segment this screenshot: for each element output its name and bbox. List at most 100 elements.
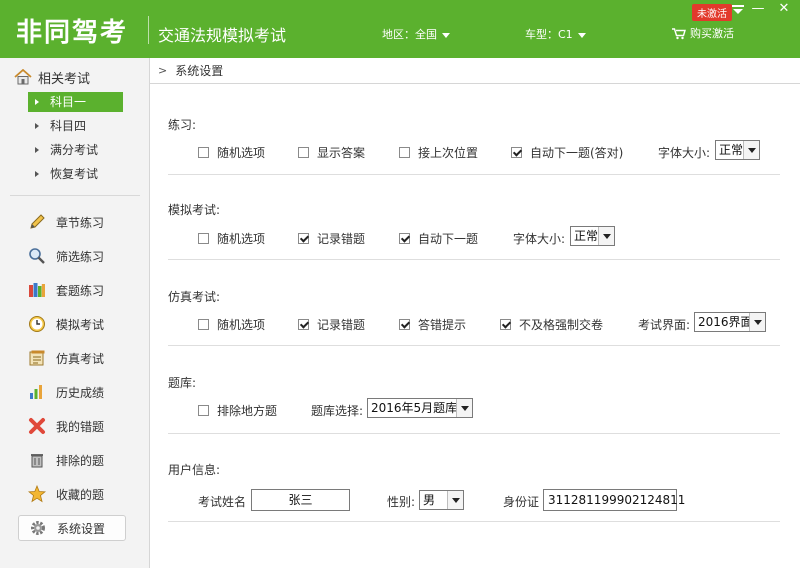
checkbox-box [198, 319, 209, 330]
section-title-mock-exam: 模拟考试: [168, 203, 221, 217]
sidebar-item-subject-four[interactable]: 科目四 [28, 116, 123, 136]
mock-auto-next-checkbox[interactable]: 自动下一题 [399, 230, 478, 247]
sim-exam-ui-select[interactable]: 2016界面 [694, 312, 766, 332]
buy-label: 购买激活 [690, 27, 734, 40]
sidebar-item-sim-exam[interactable]: 仿真考试 [18, 345, 126, 371]
chevron-down-icon [749, 313, 765, 331]
magnifier-icon [26, 245, 48, 267]
arrow-right-icon [35, 123, 39, 129]
sidebar-item-excluded[interactable]: 排除的题 [18, 447, 126, 473]
chevron-down-icon [456, 399, 472, 417]
bar-chart-icon [26, 381, 48, 403]
sidebar-item-label: 收藏的题 [56, 487, 105, 502]
select-value: 正常 [719, 143, 744, 157]
header-divider [148, 16, 149, 44]
section-divider [168, 433, 780, 434]
chevron-down-icon [447, 491, 463, 509]
sidebar-item-history-scores[interactable]: 历史成绩 [18, 379, 126, 405]
sim-wrong-hint-checkbox[interactable]: 答错提示 [399, 316, 466, 333]
sidebar-item-label: 套题练习 [56, 283, 105, 298]
clock-icon [26, 313, 48, 335]
checkbox-box [298, 147, 309, 158]
practice-auto-next-checkbox[interactable]: 自动下一题(答对) [511, 144, 623, 161]
status-badge: 未激活 [692, 4, 732, 21]
buy-activate-button[interactable]: 购买激活 [672, 25, 734, 41]
red-x-icon [26, 415, 48, 437]
breadcrumb-label: 系统设置 [175, 64, 224, 78]
sidebar-item-label: 仿真考试 [56, 351, 105, 366]
books-icon [26, 279, 48, 301]
mock-font-size-select[interactable]: 正常 [570, 226, 615, 246]
checkbox-box [500, 319, 511, 330]
section-divider [168, 259, 780, 260]
checkbox-box [298, 233, 309, 244]
section-divider [168, 174, 780, 175]
arrow-right-icon [35, 171, 39, 177]
sidebar-item-filter-practice[interactable]: 筛选练习 [18, 243, 126, 269]
home-icon [14, 69, 32, 85]
mock-random-checkbox[interactable]: 随机选项 [198, 230, 265, 247]
sidebar-item-my-mistakes[interactable]: 我的错题 [18, 413, 126, 439]
pencil-icon [26, 211, 48, 233]
section-title-question-bank: 题库: [168, 376, 197, 390]
sim-force-submit-checkbox[interactable]: 不及格强制交卷 [500, 316, 603, 333]
sidebar-item-mock-exam[interactable]: 模拟考试 [18, 311, 126, 337]
bank-select-label: 题库选择: [311, 404, 364, 418]
section-title-user-info: 用户信息: [168, 463, 221, 477]
practice-font-size-select[interactable]: 正常 [715, 140, 760, 160]
sidebar-item-set-practice[interactable]: 套题练习 [18, 277, 126, 303]
checkbox-box [198, 147, 209, 158]
checkbox-box [399, 233, 410, 244]
checkbox-label: 排除地方题 [217, 404, 278, 418]
sidebar-item-resume-exam[interactable]: 恢复考试 [28, 164, 123, 184]
breadcrumb: > 系统设置 [150, 58, 800, 84]
gender-label: 性别: [387, 495, 416, 509]
app-logo: 非同驾考 [16, 18, 129, 48]
sidebar-item-chapter-practice[interactable]: 章节练习 [18, 209, 126, 235]
region-dropdown[interactable]: 地区：全国 [382, 26, 450, 42]
sim-record-wrong-checkbox[interactable]: 记录错题 [298, 316, 365, 333]
practice-random-checkbox[interactable]: 随机选项 [198, 144, 265, 161]
sim-ui-label: 考试界面: [638, 318, 691, 332]
name-field[interactable]: 张三 [251, 489, 350, 511]
arrow-right-icon [35, 147, 39, 153]
sidebar-item-label: 章节练习 [56, 215, 105, 230]
section-divider [168, 345, 780, 346]
cartype-dropdown[interactable]: 车型：C1 [525, 26, 586, 42]
sidebar-item-settings[interactable]: 系统设置 [18, 515, 126, 541]
sidebar-item-label: 我的错题 [56, 419, 105, 434]
bank-exclude-local-checkbox[interactable]: 排除地方题 [198, 402, 277, 419]
checkbox-box [511, 147, 522, 158]
region-label: 地区：全国 [382, 28, 437, 41]
checkbox-label: 记录错题 [317, 318, 366, 332]
bank-version-select[interactable]: 2016年5月题库 [367, 398, 473, 418]
related-exams-header[interactable]: 相关考试 [14, 68, 90, 87]
practice-show-answer-checkbox[interactable]: 显示答案 [298, 144, 365, 161]
practice-resume-checkbox[interactable]: 接上次位置 [399, 144, 478, 161]
sidebar-item-label: 筛选练习 [56, 249, 105, 264]
menu-icon[interactable] [732, 4, 744, 19]
chevron-right-icon: > [158, 64, 168, 77]
checkbox-label: 随机选项 [217, 146, 266, 160]
app-subtitle: 交通法规模拟考试 [158, 26, 287, 45]
chevron-down-icon [577, 32, 586, 38]
sidebar-item-subject-one[interactable]: 科目一 [28, 92, 123, 112]
id-card-field[interactable]: 311281199902124811 [543, 489, 685, 511]
sidebar-item-label: 模拟考试 [56, 317, 105, 332]
mock-record-wrong-checkbox[interactable]: 记录错题 [298, 230, 365, 247]
sidebar-item-label: 排除的题 [56, 453, 105, 468]
cart-icon [672, 28, 686, 40]
sidebar-item-favorites[interactable]: 收藏的题 [18, 481, 126, 507]
section-title-sim-exam: 仿真考试: [168, 290, 221, 304]
minimize-button[interactable]: — [748, 2, 768, 16]
gender-select[interactable]: 男 [419, 490, 464, 510]
checkbox-label: 答错提示 [418, 318, 467, 332]
sidebar: 相关考试 科目一 科目四 满分考试 恢复考试 章节练习 筛选练习 套题练习 模拟… [0, 58, 150, 568]
name-label: 考试姓名 [198, 495, 247, 509]
cartype-label: 车型：C1 [525, 28, 573, 41]
title-bar: 非同驾考 交通法规模拟考试 地区：全国 车型：C1 购买激活 未激活 — ✕ [0, 0, 800, 58]
sidebar-item-full-score[interactable]: 满分考试 [28, 140, 123, 160]
sim-random-checkbox[interactable]: 随机选项 [198, 316, 265, 333]
close-button[interactable]: ✕ [774, 2, 794, 16]
id-card-label: 身份证 [503, 495, 540, 509]
